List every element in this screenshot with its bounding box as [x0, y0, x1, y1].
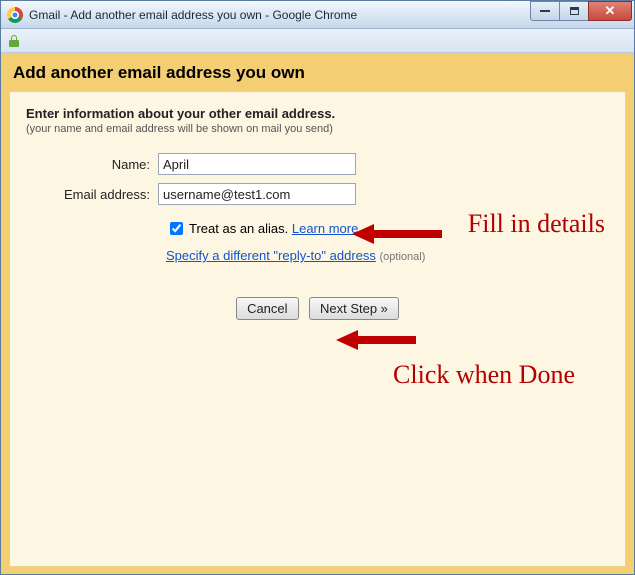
intro-text: Enter information about your other email…	[26, 106, 609, 135]
chrome-window: Gmail - Add another email address you ow…	[0, 0, 635, 575]
name-label: Name:	[26, 157, 158, 172]
lock-icon	[9, 35, 19, 47]
content: Add another email address you own Enter …	[1, 53, 634, 574]
page-header: Add another email address you own	[1, 53, 634, 91]
email-input[interactable]	[158, 183, 356, 205]
optional-text: (optional)	[380, 251, 426, 263]
chrome-icon	[7, 7, 23, 23]
minimize-button[interactable]	[530, 1, 560, 21]
arrow-icon	[336, 328, 416, 352]
next-step-button[interactable]: Next Step »	[309, 297, 399, 320]
close-button[interactable]: ✕	[588, 1, 632, 21]
form-panel: Enter information about your other email…	[9, 91, 626, 567]
annotation-click-done: Click when Done	[393, 360, 575, 390]
maximize-button[interactable]	[559, 1, 589, 21]
annotation-fill-details: Fill in details	[468, 209, 605, 239]
page-title: Add another email address you own	[13, 63, 622, 83]
intro-line2: (your name and email address will be sho…	[26, 123, 609, 135]
learn-more-link[interactable]: Learn more	[292, 221, 358, 236]
cancel-button[interactable]: Cancel	[236, 297, 298, 320]
address-bar[interactable]	[1, 29, 634, 53]
email-label: Email address:	[26, 187, 158, 202]
name-input[interactable]	[158, 153, 356, 175]
alias-checkbox[interactable]	[170, 222, 183, 235]
intro-line1: Enter information about your other email…	[26, 106, 609, 121]
window-title: Gmail - Add another email address you ow…	[29, 8, 357, 22]
arrow-icon	[352, 222, 442, 246]
titlebar[interactable]: Gmail - Add another email address you ow…	[1, 1, 634, 29]
alias-label: Treat as an alias.	[189, 221, 288, 236]
reply-to-link[interactable]: Specify a different "reply-to" address	[166, 248, 376, 263]
